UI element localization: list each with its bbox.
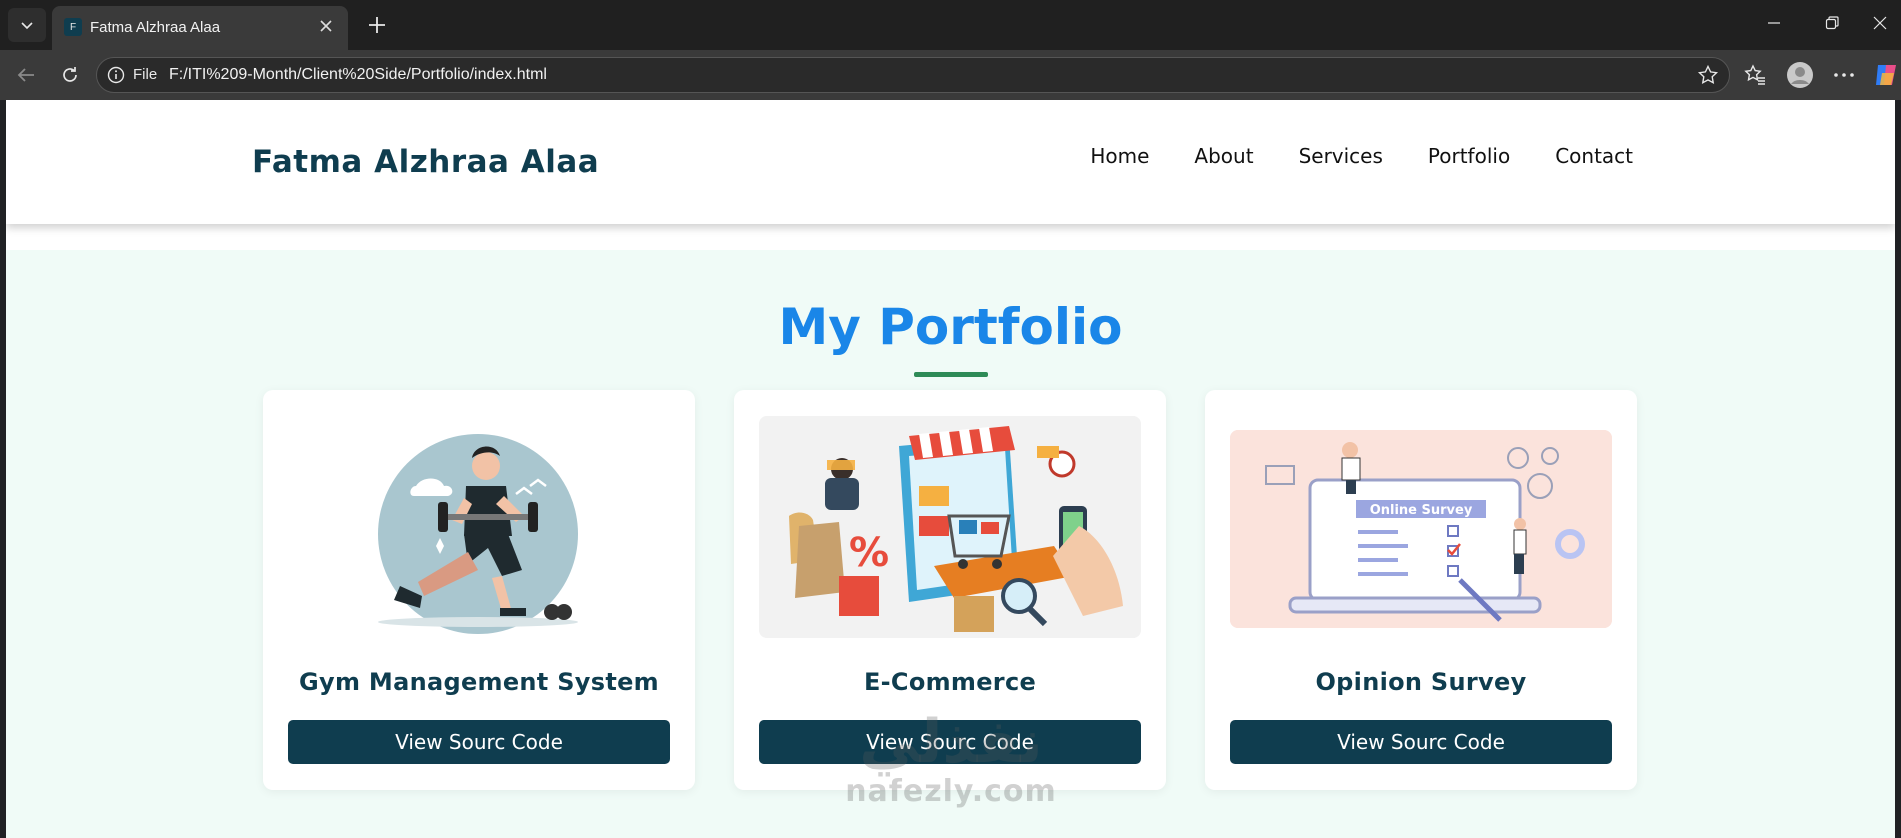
close-icon: [320, 20, 332, 32]
address-bar[interactable]: File F:/ITI%209-Month/Client%20Side/Port…: [96, 57, 1730, 93]
copilot-button[interactable]: [1872, 61, 1900, 89]
gym-illustration: [288, 416, 670, 638]
reload-icon: [63, 67, 77, 82]
tab-title: Fatma Alzhraa Alaa: [90, 19, 221, 36]
more-button[interactable]: [1830, 61, 1858, 89]
plus-icon: [369, 17, 385, 33]
svg-text:%: %: [849, 530, 889, 576]
watermark-arabic: نفذلي: [859, 707, 1043, 777]
url-text[interactable]: F:/ITI%209-Month/Client%20Side/Portfolio…: [169, 66, 547, 84]
main-nav: Home About Services Portfolio Contact: [1090, 144, 1633, 168]
restore-icon: [1825, 16, 1839, 30]
view-source-button[interactable]: View Sourc Code: [1230, 720, 1612, 764]
project-card-survey: Online Survey Opinion Survey View Sourc …: [1205, 390, 1637, 790]
profile-button[interactable]: [1786, 61, 1814, 89]
site-brand[interactable]: Fatma Alzhraa Alaa: [252, 144, 599, 180]
nav-services[interactable]: Services: [1299, 144, 1383, 168]
minimize-button[interactable]: [1754, 8, 1794, 38]
project-title: Gym Management System: [299, 668, 659, 696]
project-title: Opinion Survey: [1315, 668, 1527, 696]
watermark-latin: nafezly.com: [845, 774, 1057, 809]
back-icon: [17, 68, 34, 82]
address-scheme-label: File: [133, 66, 158, 83]
nav-home[interactable]: Home: [1090, 144, 1149, 168]
new-tab-button[interactable]: [362, 10, 392, 40]
favorites-icon: [1744, 64, 1765, 85]
site-header: Fatma Alzhraa Alaa Home About Services P…: [6, 100, 1895, 224]
project-card-gym: Gym Management System View Sourc Code: [263, 390, 695, 790]
project-title: E-Commerce: [863, 668, 1037, 696]
profile-icon: [1787, 62, 1813, 88]
view-source-button[interactable]: View Sourc Code: [288, 720, 670, 764]
reload-button[interactable]: [54, 59, 86, 91]
copilot-icon: [1876, 65, 1896, 85]
nafezly-watermark: نفذلي nafezly.com: [836, 710, 1066, 809]
survey-image-label: Online Survey: [1370, 503, 1473, 518]
nav-portfolio[interactable]: Portfolio: [1428, 144, 1510, 168]
nav-contact[interactable]: Contact: [1555, 144, 1633, 168]
tab-list-button[interactable]: [8, 8, 46, 42]
section-title: My Portfolio: [778, 298, 1123, 356]
close-window-icon: [1873, 16, 1887, 30]
nav-about[interactable]: About: [1194, 144, 1253, 168]
header-spacer: [6, 224, 1895, 250]
back-button[interactable]: [10, 59, 42, 91]
close-window-button[interactable]: [1860, 8, 1900, 38]
favicon-icon: F: [64, 18, 82, 36]
chevron-down-icon: [21, 22, 33, 30]
star-icon[interactable]: [1697, 64, 1719, 86]
browser-tab-bar: F Fatma Alzhraa Alaa: [0, 0, 1901, 50]
survey-illustration: Online Survey: [1230, 430, 1612, 628]
page-viewport: Fatma Alzhraa Alaa Home About Services P…: [6, 100, 1895, 838]
title-underline: [914, 372, 988, 377]
minimize-icon: [1768, 22, 1780, 24]
favorites-button[interactable]: [1741, 61, 1769, 89]
info-icon[interactable]: [107, 66, 125, 84]
restore-button[interactable]: [1812, 8, 1852, 38]
ecommerce-illustration: %: [759, 416, 1141, 638]
tab-close-button[interactable]: [314, 14, 338, 38]
browser-tab[interactable]: F Fatma Alzhraa Alaa: [52, 6, 348, 50]
browser-toolbar: File F:/ITI%209-Month/Client%20Side/Port…: [0, 50, 1901, 100]
more-icon: [1834, 73, 1854, 77]
